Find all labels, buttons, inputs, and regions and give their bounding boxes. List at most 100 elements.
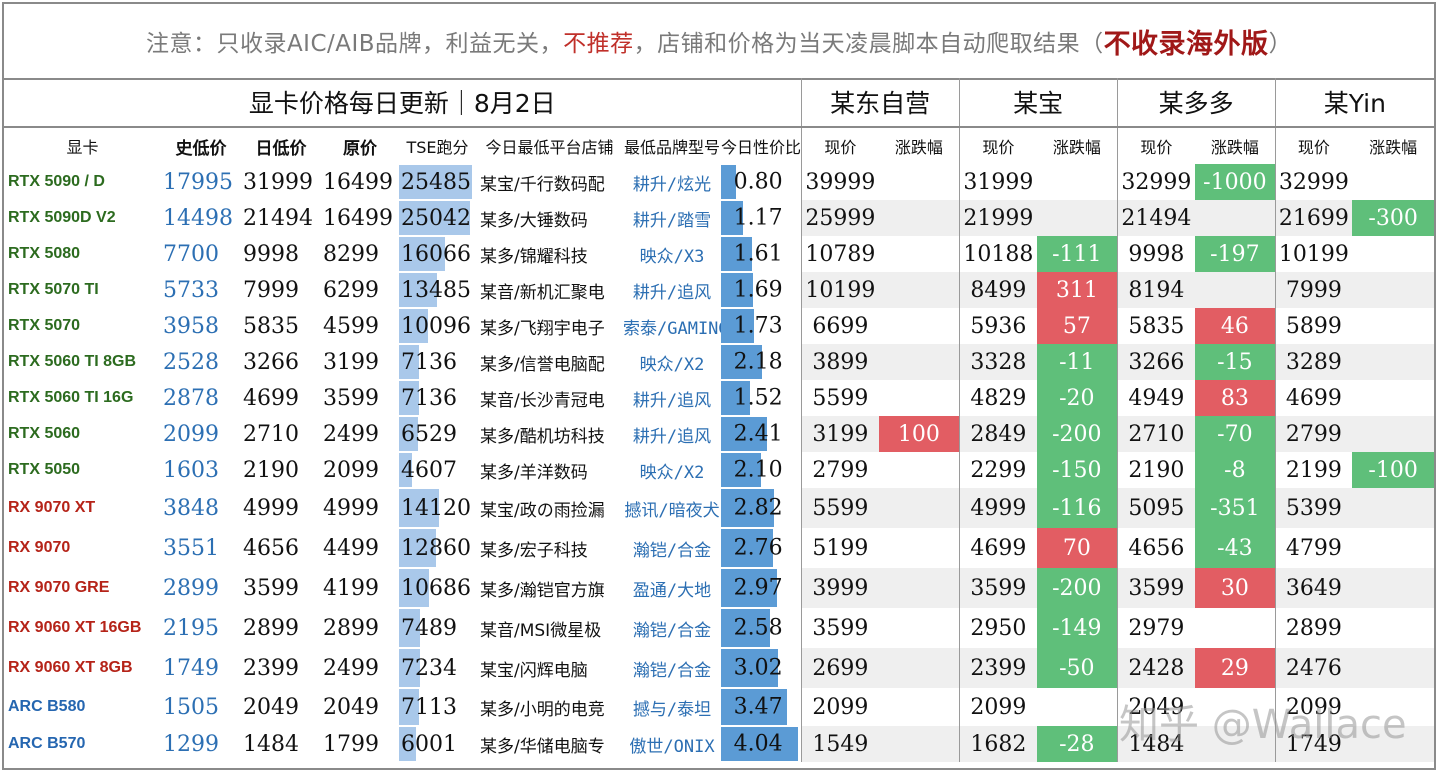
table-row: RX 9060 XT 16GB 2195 2899 2899 7489 某音/MSI微星极… bbox=[4, 608, 1434, 648]
lowest-model: 耕升/炫光 bbox=[632, 174, 712, 195]
gpu-name: RTX 5050 bbox=[8, 461, 81, 478]
pdd-change: 83 bbox=[1195, 380, 1276, 416]
dy-change: -300 bbox=[1352, 200, 1434, 236]
hist-low-price: 1603 bbox=[163, 457, 219, 483]
tse-value: 14120 bbox=[401, 495, 471, 521]
tse-value: 7234 bbox=[401, 655, 457, 681]
ratio-value: 1.69 bbox=[733, 277, 783, 303]
hist-low-price: 2878 bbox=[163, 385, 219, 411]
tse-score: 25485 bbox=[399, 164, 476, 200]
table-row: RTX 5090 / D 17995 31999 16499 25485 某宝/千行数码配… bbox=[4, 164, 1434, 200]
dy-current: 4699 bbox=[1274, 380, 1353, 416]
gpu-name: RX 9070 XT bbox=[8, 499, 96, 516]
gpu-name: RTX 5070 bbox=[8, 317, 81, 334]
jd-change bbox=[879, 344, 960, 380]
tb-current: 10188 bbox=[958, 236, 1038, 272]
jd-current: 1549 bbox=[800, 726, 880, 762]
msrp-price: 4499 bbox=[323, 535, 379, 561]
dy-current: 3289 bbox=[1274, 344, 1353, 380]
tb-change: -50 bbox=[1037, 648, 1118, 688]
dy-current: 3649 bbox=[1274, 568, 1353, 608]
notice-banner: 注意：只收录AIC/AIB品牌，利益无关， 不推荐 ，店铺和价格为当天凌晨脚本自… bbox=[4, 4, 1434, 80]
gpu-name: RX 9070 bbox=[8, 539, 71, 556]
table-row: RX 9070 GRE 2899 3599 4199 10686 某多/瀚铠官方旗 盈通/大… bbox=[4, 568, 1434, 608]
dy-change bbox=[1352, 726, 1434, 762]
tb-current: 21999 bbox=[958, 200, 1038, 236]
table-row: ARC B570 1299 1484 1799 6001 某多/华储电脑专 傲世/ONIX 4… bbox=[4, 726, 1434, 762]
lowest-model: 瀚铠/合金 bbox=[632, 620, 712, 641]
pdd-change: -351 bbox=[1195, 488, 1276, 528]
ratio-value: 2.41 bbox=[733, 421, 783, 447]
dy-change bbox=[1352, 608, 1434, 648]
pdd-current: 2190 bbox=[1116, 452, 1196, 488]
lowest-model: 耕升/追风 bbox=[632, 426, 712, 447]
tb-current: 2849 bbox=[958, 416, 1038, 452]
value-ratio: 2.18 bbox=[721, 344, 801, 380]
ratio-value: 1.73 bbox=[733, 313, 783, 339]
value-ratio: 1.17 bbox=[721, 200, 801, 236]
col-dy-current: 现价 bbox=[1274, 127, 1353, 164]
pdd-current: 4656 bbox=[1116, 528, 1196, 568]
table-row: RTX 5090D V2 14498 21494 16499 25042 某多/大锤数码 耕… bbox=[4, 200, 1434, 236]
tse-score: 12860 bbox=[399, 528, 476, 568]
jd-change bbox=[879, 164, 959, 200]
tse-value: 25485 bbox=[401, 169, 471, 195]
jd-change bbox=[879, 200, 960, 236]
dy-change bbox=[1352, 416, 1434, 452]
dy-change: -100 bbox=[1352, 452, 1434, 488]
lowest-model: 盈通/大地 bbox=[632, 580, 712, 601]
col-pdd-current: 现价 bbox=[1116, 127, 1196, 164]
ratio-value: 1.52 bbox=[733, 385, 783, 411]
pdd-change: -15 bbox=[1195, 344, 1276, 380]
msrp-price: 4999 bbox=[323, 495, 379, 521]
lowest-model: 映众/X3 bbox=[639, 246, 705, 267]
lowest-model: 耕升/踏雪 bbox=[632, 210, 712, 231]
gpu-name: RTX 5090 / D bbox=[8, 173, 105, 190]
hist-low-price: 1749 bbox=[163, 655, 219, 681]
dy-change bbox=[1352, 272, 1434, 308]
day-low-price: 21494 bbox=[243, 205, 313, 231]
jd-change bbox=[879, 452, 959, 488]
tse-value: 7113 bbox=[401, 694, 457, 720]
price-sheet: 注意：只收录AIC/AIB品牌，利益无关， 不推荐 ，店铺和价格为当天凌晨脚本自… bbox=[2, 2, 1436, 770]
hist-low-price: 2528 bbox=[163, 349, 219, 375]
jd-current: 3899 bbox=[800, 344, 880, 380]
col-model: 最低品牌型号 bbox=[623, 138, 720, 157]
pdd-current: 1484 bbox=[1116, 726, 1196, 762]
pdd-current: 4949 bbox=[1116, 380, 1196, 416]
jd-change bbox=[879, 236, 959, 272]
tse-score: 16066 bbox=[399, 236, 476, 272]
jd-current: 2099 bbox=[800, 688, 880, 726]
tse-value: 6529 bbox=[401, 421, 457, 447]
jd-change bbox=[879, 380, 959, 416]
hist-low-price: 3958 bbox=[163, 313, 219, 339]
day-low-price: 4656 bbox=[243, 535, 299, 561]
col-dy-change: 涨跌幅 bbox=[1369, 138, 1418, 157]
value-ratio: 2.82 bbox=[721, 488, 801, 528]
day-low-price: 2399 bbox=[243, 655, 299, 681]
tse-score: 7136 bbox=[399, 380, 476, 416]
ratio-value: 2.76 bbox=[733, 535, 783, 561]
value-ratio: 0.80 bbox=[721, 164, 801, 200]
dy-current: 7999 bbox=[1274, 272, 1353, 308]
tse-score: 4607 bbox=[399, 452, 476, 488]
value-ratio: 4.04 bbox=[721, 726, 801, 762]
lowest-store: 某音/MSI微星极 bbox=[480, 620, 602, 641]
hist-low-price: 5733 bbox=[163, 277, 219, 303]
ratio-value: 3.47 bbox=[733, 694, 783, 720]
ratio-value: 2.97 bbox=[733, 575, 783, 601]
lowest-model: 映众/X2 bbox=[639, 462, 705, 483]
tb-current: 2950 bbox=[958, 608, 1038, 648]
day-low-price: 2710 bbox=[243, 421, 299, 447]
lowest-model: 耕升/追风 bbox=[632, 282, 712, 303]
tb-change: -28 bbox=[1037, 726, 1118, 762]
msrp-price: 6299 bbox=[323, 277, 379, 303]
lowest-model: 傲世/ONIX bbox=[629, 736, 715, 757]
dy-change bbox=[1352, 688, 1434, 726]
jd-current: 6699 bbox=[800, 308, 880, 344]
jd-current: 5599 bbox=[800, 488, 880, 528]
pdd-current: 9998 bbox=[1116, 236, 1196, 272]
hist-low-price: 2099 bbox=[163, 421, 219, 447]
jd-change bbox=[879, 726, 960, 762]
ratio-value: 2.58 bbox=[733, 615, 783, 641]
